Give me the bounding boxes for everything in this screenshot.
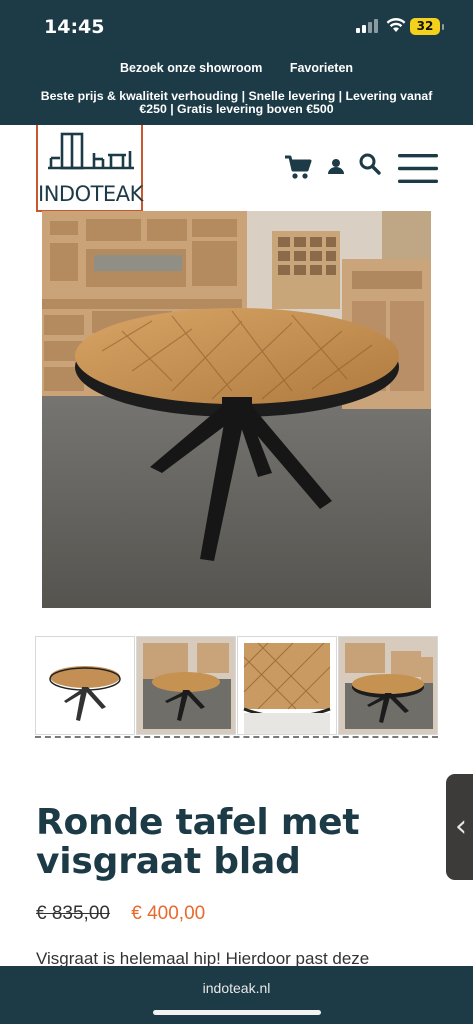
status-time: 14:45 <box>44 16 105 38</box>
favorites-link[interactable]: Favorieten <box>290 61 353 75</box>
thumbnail-2-image <box>137 637 235 734</box>
side-panel-toggle[interactable]: ‹ <box>446 774 473 880</box>
thumbnail-4[interactable] <box>338 636 438 735</box>
thumbnail-4-image <box>339 637 437 734</box>
cellular-signal-icon <box>356 19 378 33</box>
product-title: Ronde tafel met visgraat blad <box>36 802 360 882</box>
thumbnail-2[interactable] <box>136 636 236 735</box>
promo-text: Beste prijs & kwaliteit verhouding | Sne… <box>40 89 433 116</box>
product-page: 14:45 32 Bezoek onze showroom Favorieten… <box>0 0 473 1024</box>
logo[interactable]: INDOTEAK <box>36 125 143 212</box>
thumbnail-3-image <box>238 637 336 734</box>
address-bar[interactable]: indoteak.nl <box>0 980 473 996</box>
cart-icon[interactable] <box>284 154 312 180</box>
menu-icon[interactable] <box>398 154 438 183</box>
chevron-left-icon: ‹ <box>455 809 467 844</box>
thumbnail-1[interactable] <box>35 636 135 735</box>
table-photo <box>42 211 431 608</box>
wifi-icon <box>386 18 406 32</box>
site-header: INDOTEAK <box>0 125 473 213</box>
old-price: € 835,00 <box>36 903 110 924</box>
top-links: Bezoek onze showroom Favorieten <box>0 61 473 75</box>
search-icon[interactable] <box>359 153 381 175</box>
sale-price: € 400,00 <box>131 903 206 924</box>
furniture-logo-icon <box>48 132 134 170</box>
logo-text: INDOTEAK <box>38 182 143 206</box>
thumbnail-3[interactable] <box>237 636 337 735</box>
top-banner: 14:45 32 Bezoek onze showroom Favorieten… <box>0 0 473 125</box>
thumbnail-strip <box>35 636 438 738</box>
product-main-image[interactable] <box>42 211 431 608</box>
showroom-link[interactable]: Bezoek onze showroom <box>120 61 262 75</box>
price-block: € 835,00 € 400,00 <box>36 903 205 925</box>
status-bar: 14:45 32 <box>0 0 473 52</box>
browser-bottom-bar: indoteak.nl <box>0 966 473 1024</box>
home-indicator[interactable] <box>153 1010 321 1015</box>
battery-indicator: 32 <box>410 18 444 35</box>
user-icon[interactable] <box>328 158 344 174</box>
thumbnail-1-image <box>36 637 134 734</box>
